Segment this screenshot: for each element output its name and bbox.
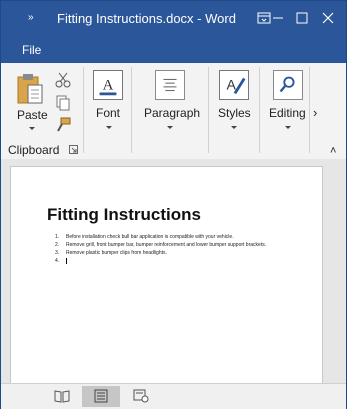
web-layout-button[interactable] xyxy=(122,386,160,407)
list-item: 2. Remove grill, front bumper bar, bumper… xyxy=(55,242,267,248)
svg-text:A: A xyxy=(227,77,237,93)
paste-dropdown-caret[interactable] xyxy=(29,127,35,130)
status-bar xyxy=(1,383,346,409)
styles-dropdown-caret[interactable] xyxy=(231,126,237,129)
instruction-list: 1. Before installation check bull bar app… xyxy=(55,233,295,265)
paragraph-dropdown-caret[interactable] xyxy=(167,126,173,129)
minimize-icon[interactable] xyxy=(269,9,287,27)
paste-button-label[interactable]: Paste xyxy=(17,108,48,122)
clipboard-group-label: Clipboard xyxy=(8,143,60,157)
document-heading: Fitting Instructions xyxy=(47,205,201,224)
file-tab[interactable]: File xyxy=(22,43,41,57)
group-separator xyxy=(259,67,260,153)
paragraph-icon[interactable] xyxy=(155,70,185,100)
group-separator xyxy=(208,67,209,153)
group-separator xyxy=(83,67,84,153)
editing-button-label[interactable]: Editing xyxy=(269,106,306,120)
font-button-label[interactable]: Font xyxy=(96,106,120,120)
maximize-icon[interactable] xyxy=(293,9,311,27)
close-icon[interactable] xyxy=(319,9,337,27)
list-item: 3. Remove plastic bumper clips from headl… xyxy=(55,250,167,256)
paste-icon[interactable] xyxy=(16,71,46,105)
font-dropdown-caret[interactable] xyxy=(106,126,112,129)
web-layout-icon xyxy=(133,389,149,403)
print-layout-button[interactable] xyxy=(82,386,120,407)
text-cursor xyxy=(66,257,67,264)
quick-access-toolbar-button[interactable]: » xyxy=(28,12,33,23)
group-separator xyxy=(131,67,132,153)
collapse-ribbon-button[interactable]: ˄ xyxy=(330,145,336,157)
list-item: 4. xyxy=(55,257,295,265)
ribbon-scroll-right-button[interactable]: › xyxy=(313,105,317,120)
styles-icon[interactable]: A xyxy=(219,70,249,100)
ribbon: Paste Clipboard A Font Paragraph A Style… xyxy=(1,63,346,160)
print-layout-icon xyxy=(94,389,108,403)
menu-bar: File xyxy=(1,37,346,63)
document-area: Fitting Instructions 1. Before installati… xyxy=(1,159,346,384)
dialog-launcher-icon[interactable] xyxy=(69,145,78,154)
styles-button-label[interactable]: Styles xyxy=(218,106,251,120)
cut-icon[interactable] xyxy=(55,72,71,88)
title-bar: » Fitting Instructions.docx - Word xyxy=(1,1,346,37)
editing-dropdown-caret[interactable] xyxy=(285,126,291,129)
read-mode-icon xyxy=(54,390,70,403)
editing-icon[interactable] xyxy=(273,70,303,100)
copy-icon[interactable] xyxy=(55,95,71,111)
svg-text:A: A xyxy=(103,78,114,94)
document-page[interactable]: Fitting Instructions 1. Before installati… xyxy=(10,166,323,384)
format-painter-icon[interactable] xyxy=(55,117,71,133)
read-mode-button[interactable] xyxy=(43,386,81,407)
window-title: Fitting Instructions.docx - Word xyxy=(57,11,236,26)
font-icon[interactable]: A xyxy=(93,70,123,100)
list-item: 1. Before installation check bull bar app… xyxy=(55,234,234,240)
group-separator xyxy=(309,67,310,153)
paragraph-button-label[interactable]: Paragraph xyxy=(144,106,200,120)
word-window: » Fitting Instructions.docx - Word File xyxy=(0,0,347,409)
